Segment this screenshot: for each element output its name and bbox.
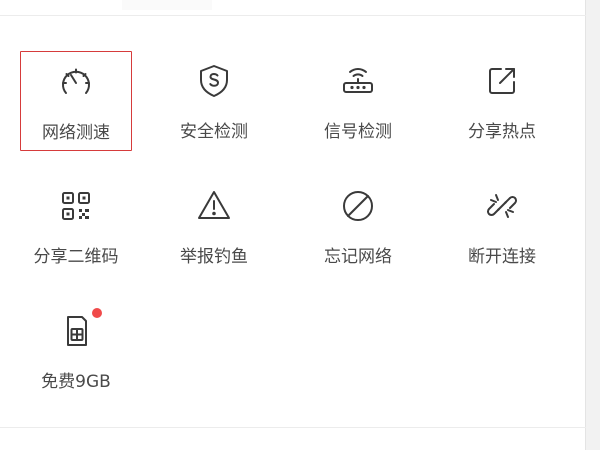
external-share-icon	[484, 63, 520, 99]
tool-label: 免费9GB	[41, 372, 111, 392]
tools-panel: 网络测速 安全检测 信号检测 分享热点 分享二维码 举报钓鱼 忘记网络 断开连接…	[0, 0, 586, 450]
forbidden-icon	[340, 188, 376, 224]
speedometer-icon	[58, 64, 94, 100]
tool-label: 分享二维码	[33, 247, 119, 267]
router-icon	[340, 63, 376, 99]
tool-security-check[interactable]: 安全检测	[158, 51, 270, 151]
tool-forget-network[interactable]: 忘记网络	[302, 176, 414, 276]
tool-label: 网络测速	[42, 123, 110, 143]
tool-report-phishing[interactable]: 举报钓鱼	[158, 176, 270, 276]
notification-badge-dot	[92, 308, 102, 318]
tool-label: 断开连接	[468, 247, 536, 267]
tool-speed-test[interactable]: 网络测速	[20, 51, 132, 151]
bottom-divider	[0, 427, 586, 428]
qr-code-icon	[58, 188, 94, 224]
tool-share-hotspot[interactable]: 分享热点	[446, 51, 558, 151]
warning-triangle-icon	[196, 188, 232, 224]
tool-signal-check[interactable]: 信号检测	[302, 51, 414, 151]
top-divider	[0, 15, 586, 16]
tool-label: 忘记网络	[324, 247, 392, 267]
shield-s-icon	[196, 63, 232, 99]
tool-label: 举报钓鱼	[180, 247, 248, 267]
top-tab-stub	[122, 0, 212, 10]
tool-share-qr[interactable]: 分享二维码	[14, 176, 138, 276]
tool-label: 安全检测	[180, 122, 248, 142]
tool-disconnect[interactable]: 断开连接	[446, 176, 558, 276]
sim-card-icon	[58, 313, 94, 349]
tool-label: 分享热点	[468, 122, 536, 142]
tool-free-data[interactable]: 免费9GB	[20, 301, 132, 401]
tool-label: 信号检测	[324, 122, 392, 142]
broken-link-icon	[484, 188, 520, 224]
